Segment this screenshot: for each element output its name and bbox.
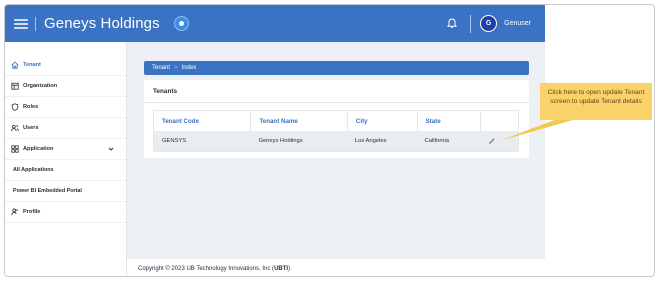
sidebar-item-roles[interactable]: Roles <box>5 97 126 118</box>
sidebar-item-users[interactable]: Users <box>5 118 126 139</box>
footer-copyright: Copyright © 2023 UB Technology Innovatio… <box>138 265 275 272</box>
card-title: Tenants <box>153 88 178 95</box>
top-bar: Geneys Holdings G Genuser <box>5 5 545 42</box>
sidebar-item-label: Tenant <box>23 62 41 68</box>
pencil-edit-icon[interactable] <box>488 137 496 145</box>
breadcrumb-item-index: Index <box>181 65 197 71</box>
column-header-city[interactable]: City <box>346 111 417 131</box>
card-divider <box>144 102 529 103</box>
sidebar: Tenant Organization Roles Users Applicat… <box>5 42 127 276</box>
sidebar-item-label: Users <box>23 125 39 131</box>
shield-icon <box>11 103 19 111</box>
table-header-row: Tenant Code Tenant Name City State <box>154 111 518 131</box>
home-icon <box>11 61 19 69</box>
sidebar-item-organization[interactable]: Organization <box>5 76 126 97</box>
cell-city: Los Angeles <box>354 138 387 144</box>
app-title: Geneys Holdings <box>44 15 160 32</box>
username-label[interactable]: Genuser <box>504 20 531 27</box>
column-header-tenant-name[interactable]: Tenant Name <box>250 111 346 131</box>
tenants-card: Tenants Tenant Code Tenant Name City Sta… <box>144 80 529 158</box>
sidebar-item-label: Roles <box>23 104 39 110</box>
cell-tenant-code: GENSYS <box>162 138 187 144</box>
column-header-state[interactable]: State <box>416 111 481 131</box>
breadcrumb: Tenant > Index <box>144 61 529 75</box>
footer-company-abbrev: UBTI <box>274 265 289 272</box>
hamburger-menu-icon[interactable] <box>14 18 28 29</box>
profile-icon <box>11 208 19 216</box>
breadcrumb-separator: > <box>174 65 178 71</box>
column-header-tenant-code[interactable]: Tenant Code <box>154 118 250 125</box>
sidebar-item-power-bi-embedded-portal[interactable]: Power BI Embedded Portal <box>5 181 126 202</box>
cell-actions <box>480 137 518 145</box>
building-icon <box>11 82 19 90</box>
footer-close-paren: ) <box>288 265 291 272</box>
chevron-down-icon[interactable] <box>108 146 114 152</box>
tenants-table: Tenant Code Tenant Name City State GENSY… <box>153 110 519 152</box>
sidebar-item-label: Organization <box>23 83 58 89</box>
sidebar-item-tenant[interactable]: Tenant <box>5 55 126 76</box>
header-divider-right <box>470 14 472 33</box>
table-row[interactable]: GENSYS Geneys Holdings Los Angeles Calif… <box>154 131 518 151</box>
bell-icon[interactable] <box>445 17 459 31</box>
sidebar-item-label: Application <box>23 146 54 152</box>
sidebar-item-profile[interactable]: Profile <box>5 202 126 223</box>
screenshot-frame: Geneys Holdings G Genuser Tenant Organiz… <box>4 4 655 277</box>
column-header-actions <box>480 111 518 131</box>
sidebar-item-application[interactable]: Application <box>5 139 126 160</box>
users-icon <box>11 124 19 132</box>
brand-logo-icon <box>173 16 189 31</box>
avatar[interactable]: G <box>480 15 498 32</box>
app-window: Geneys Holdings G Genuser Tenant Organiz… <box>5 5 545 276</box>
footer: Copyright © 2023 UB Technology Innovatio… <box>127 259 545 276</box>
apps-grid-icon <box>11 145 19 153</box>
breadcrumb-item-tenant[interactable]: Tenant <box>152 65 170 71</box>
sidebar-item-label: Profile <box>23 209 41 215</box>
annotation-callout: Click here to open update Tenant screen … <box>540 83 652 120</box>
sidebar-item-all-applications[interactable]: All Applications <box>5 160 126 181</box>
cell-state: California <box>424 138 450 144</box>
cell-tenant-name: Geneys Holdings <box>258 138 303 144</box>
header-divider <box>35 16 36 31</box>
